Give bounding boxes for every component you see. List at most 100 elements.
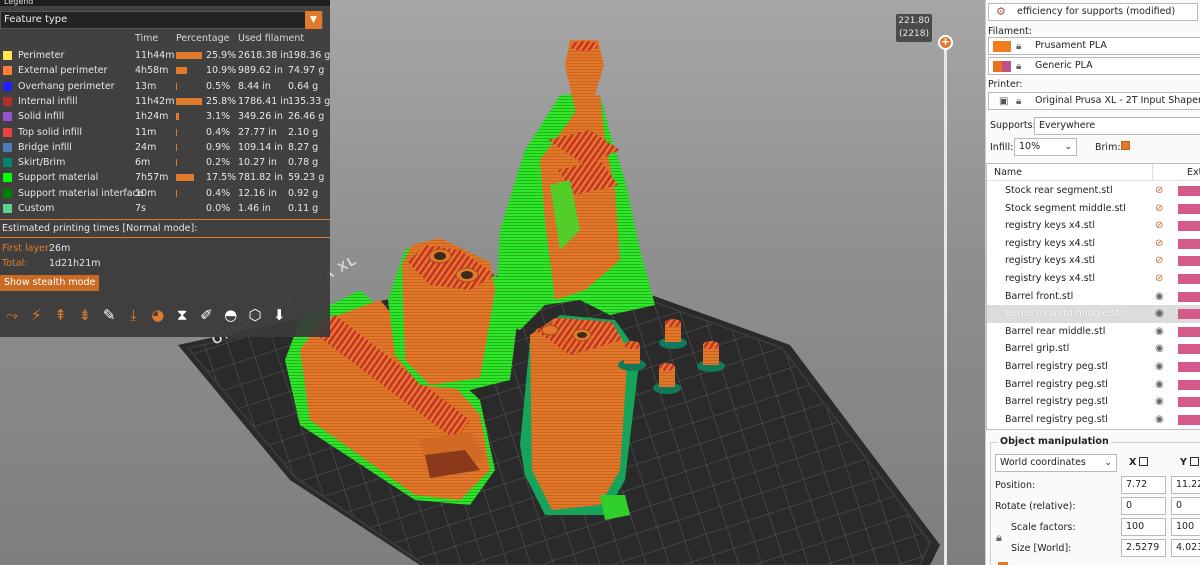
eye-icon[interactable]: ◉ [1155, 323, 1164, 340]
size-y-input[interactable]: 4.02331 [1171, 539, 1200, 557]
tool-changes-icon[interactable]: ⤓ [124, 305, 144, 325]
view-type-dropdown[interactable]: Feature type ▼ [0, 11, 323, 29]
object-list-item[interactable]: Barrel registry peg.stl ◉ [987, 358, 1200, 376]
object-list-item[interactable]: Barrel registry peg.stl ◉ [987, 411, 1200, 429]
size-label: Size [World]: [1011, 543, 1072, 554]
layer-slider-track[interactable] [944, 42, 947, 565]
position-x-input[interactable]: 7.72 [1121, 476, 1166, 494]
size-x-input[interactable]: 2.5279 [1121, 539, 1166, 557]
tool-marker-icon[interactable]: ⬇ [269, 305, 289, 325]
extruder-color-swatch[interactable] [1178, 238, 1200, 249]
filament-color-swatch[interactable] [993, 41, 1011, 52]
eye-icon[interactable]: ◉ [1155, 288, 1164, 305]
extruder-color-swatch[interactable] [1178, 326, 1200, 337]
object-list-item[interactable]: Barrel grip.stl ◉ [987, 340, 1200, 358]
seams-icon[interactable]: ✎ [99, 305, 119, 325]
legend-row[interactable]: Support material 7h57m 17.5% 781.82 in 59.23… [0, 170, 330, 185]
eye-hidden-icon[interactable]: ⊘ [1155, 200, 1163, 217]
shells-icon[interactable]: ⬡ [245, 305, 265, 325]
legend-row[interactable]: Internal infill 11h42m 25.8% 1786.41 in 135.… [0, 94, 330, 109]
rotate-y-input[interactable]: 0 [1171, 497, 1200, 515]
eye-icon[interactable]: ◉ [1155, 411, 1164, 428]
eye-icon[interactable]: ◉ [1155, 340, 1164, 357]
show-stealth-mode-button[interactable]: Show stealth mode [0, 275, 100, 291]
object-list[interactable]: Name Ext Stock rear segment.stl⊘Stock se… [986, 163, 1200, 430]
color-changes-icon[interactable]: ◕ [148, 305, 168, 325]
pause-icon[interactable]: ⧗ [172, 305, 192, 325]
infill-dropdown[interactable]: 10% ⌄ [1014, 138, 1077, 156]
extruder-color-swatch[interactable] [1178, 256, 1200, 267]
extruder-color-swatch[interactable] [1178, 414, 1200, 425]
object-list-item[interactable]: Stock rear segment.stl ⊘ [987, 182, 1200, 200]
eye-icon[interactable]: ◉ [1155, 358, 1164, 375]
extruder-color-swatch[interactable] [1178, 274, 1200, 284]
print-settings-dropdown[interactable]: ⚙ efficiency for supports (modified) [988, 3, 1198, 21]
object-list-item[interactable]: Barrel registry peg.stl ◉ [987, 393, 1200, 411]
extruder-color-swatch[interactable] [1178, 344, 1200, 355]
object-list-item[interactable]: registry keys x4.stl ⊘ [987, 252, 1200, 270]
extruder-color-swatch[interactable] [1178, 362, 1200, 372]
legend-row[interactable]: Custom 7s 0.0% 1.46 in 0.11 g [0, 201, 330, 216]
custom-gcode-icon[interactable]: ✐ [196, 305, 216, 325]
scale-y-input[interactable]: 100 [1171, 518, 1200, 536]
header-name: Name [994, 167, 1023, 178]
supports-dropdown[interactable]: Everywhere [1034, 117, 1200, 135]
object-list-item[interactable]: Barrel rear middle.stl ◉ [987, 323, 1200, 341]
extruder-color-swatch[interactable] [1178, 221, 1200, 232]
eye-hidden-icon[interactable]: ⊘ [1155, 182, 1163, 199]
feature-length: 109.14 in [238, 141, 283, 153]
eye-hidden-icon[interactable]: ⊘ [1155, 252, 1163, 269]
feature-percentage: 0.4% [206, 126, 231, 138]
object-list-item[interactable]: registry keys x4.stl ⊘ [987, 270, 1200, 288]
legend-row[interactable]: Overhang perimeter 13m 0.5% 8.44 in 0.64 g [0, 79, 330, 94]
3d-viewport[interactable]: ORIGINAL PRUSA XL [0, 0, 985, 565]
center-of-gravity-icon[interactable]: ◓ [221, 305, 241, 325]
object-list-item[interactable]: registry keys x4.stl ⊘ [987, 217, 1200, 235]
eye-icon[interactable]: ◉ [1155, 305, 1164, 322]
object-list-item[interactable]: Stock segment middle.stl ⊘ [987, 200, 1200, 218]
infill-label: Infill: [990, 142, 1014, 153]
eye-hidden-icon[interactable]: ⊘ [1155, 270, 1163, 287]
feature-color-swatch [3, 51, 12, 60]
filament-2-dropdown[interactable]: 🔒︎ Generic PLA [988, 57, 1200, 75]
printer-dropdown[interactable]: ▣ 🔒︎ Original Prusa XL - 2T Input Shaper… [988, 92, 1200, 110]
extruder-color-swatch[interactable] [1178, 186, 1200, 196]
wipe-icon[interactable]: ⚡ [26, 305, 46, 325]
eye-hidden-icon[interactable]: ⊘ [1155, 217, 1163, 234]
object-list-item[interactable]: Barrel registry peg.stl ◉ [987, 376, 1200, 394]
legend-row[interactable]: Perimeter 11h44m 25.9% 2618.38 in 198.36 g [0, 48, 330, 63]
extruder-color-swatch[interactable] [1178, 291, 1200, 302]
lock-scale-icon[interactable]: 🔒︎ [996, 531, 1002, 545]
object-list-item[interactable]: Barrel forward middle.stl ◉ [987, 305, 1200, 323]
deretractions-icon[interactable]: ⇟ [75, 305, 95, 325]
filament-1-dropdown[interactable]: 🔒︎ Prusament PLA [988, 37, 1200, 55]
coordinate-system-dropdown[interactable]: World coordinates ⌄ [995, 454, 1117, 472]
eye-icon[interactable]: ◉ [1155, 393, 1164, 410]
layer-slider-thumb[interactable]: + [938, 35, 953, 50]
feature-percentage-bar [176, 174, 194, 182]
extruder-color-swatch[interactable] [1178, 379, 1200, 390]
legend-row[interactable]: Skirt/Brim 6m 0.2% 10.27 in 0.78 g [0, 155, 330, 170]
drop-to-bed-icon[interactable] [1189, 457, 1199, 466]
rotate-x-input[interactable]: 0 [1121, 497, 1166, 515]
object-list-item[interactable]: registry keys x4.stl ⊘ [987, 235, 1200, 253]
legend-row[interactable]: Bridge infill 24m 0.9% 109.14 in 8.27 g [0, 140, 330, 155]
legend-row[interactable]: External perimeter 4h58m 10.9% 989.62 in 74.… [0, 63, 330, 78]
eye-hidden-icon[interactable]: ⊘ [1155, 235, 1163, 252]
legend-row[interactable]: Support material interface 10m 0.4% 12.16 i… [0, 186, 330, 201]
drop-to-bed-icon[interactable] [1139, 457, 1149, 466]
extruder-color-swatch[interactable] [1178, 203, 1200, 214]
scale-x-input[interactable]: 100 [1121, 518, 1166, 536]
filament-color-swatch[interactable] [993, 61, 1011, 72]
chevron-down-icon[interactable]: ▼ [305, 11, 322, 29]
extruder-color-swatch[interactable] [1178, 309, 1200, 320]
position-y-input[interactable]: 11.22 [1171, 476, 1200, 494]
object-list-item[interactable]: Barrel front.stl ◉ [987, 288, 1200, 306]
eye-icon[interactable]: ◉ [1155, 376, 1164, 393]
extruder-color-swatch[interactable] [1178, 397, 1200, 408]
travel-icon[interactable]: ⤳ [2, 305, 22, 325]
retractions-icon[interactable]: ⇞ [51, 305, 71, 325]
legend-row[interactable]: Top solid infill 11m 0.4% 27.77 in 2.10 g [0, 125, 330, 140]
legend-row[interactable]: Solid infill 1h24m 3.1% 349.26 in 26.46 g [0, 109, 330, 124]
brim-checkbox[interactable] [1121, 141, 1130, 153]
